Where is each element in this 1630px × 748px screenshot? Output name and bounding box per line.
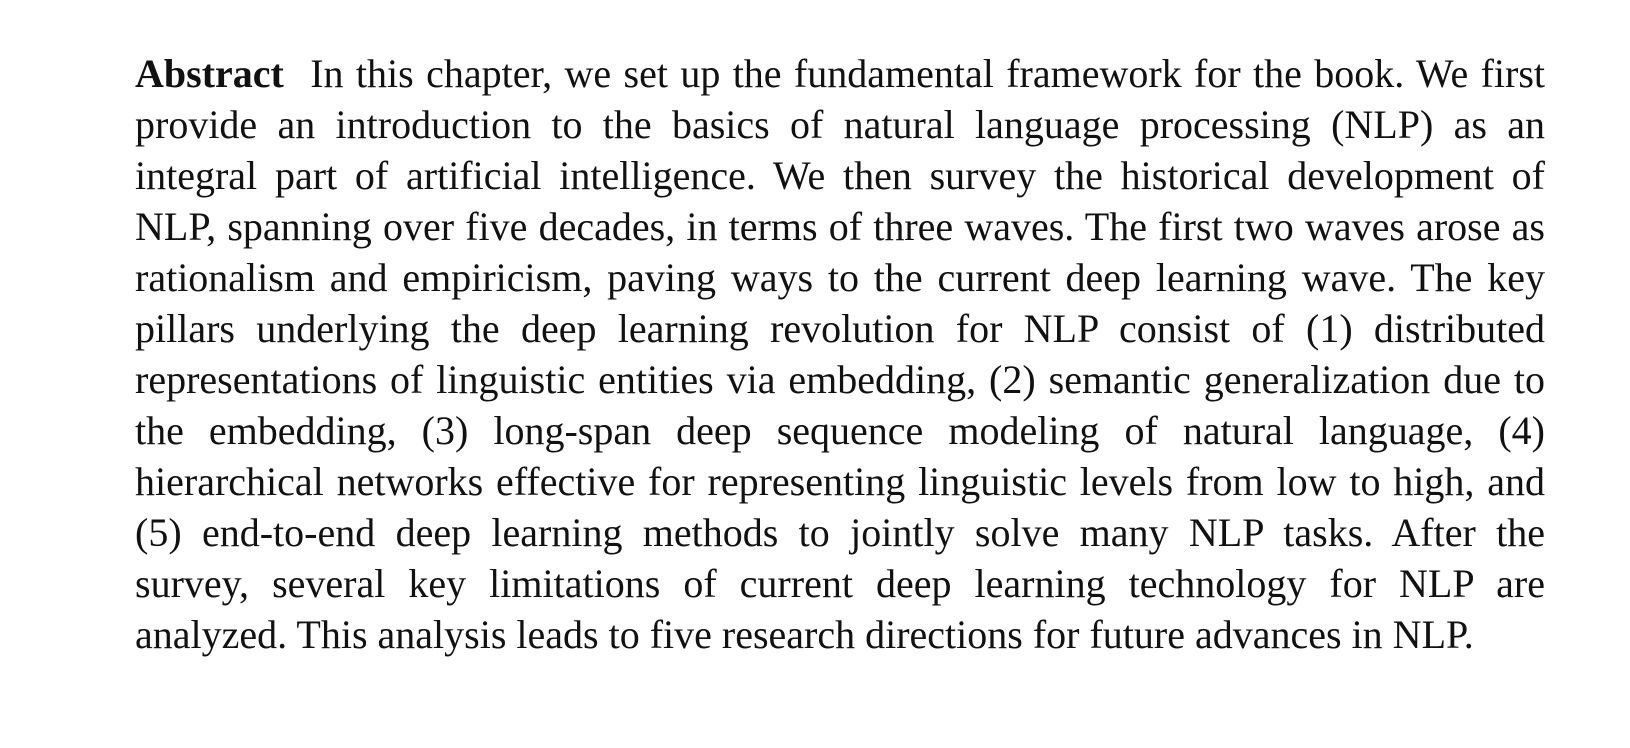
abstract-label: Abstract <box>135 51 284 96</box>
abstract-paragraph: Abstract In this chapter, we set up the … <box>135 48 1545 660</box>
abstract-text: In this chapter, we set up the fundament… <box>135 51 1546 657</box>
